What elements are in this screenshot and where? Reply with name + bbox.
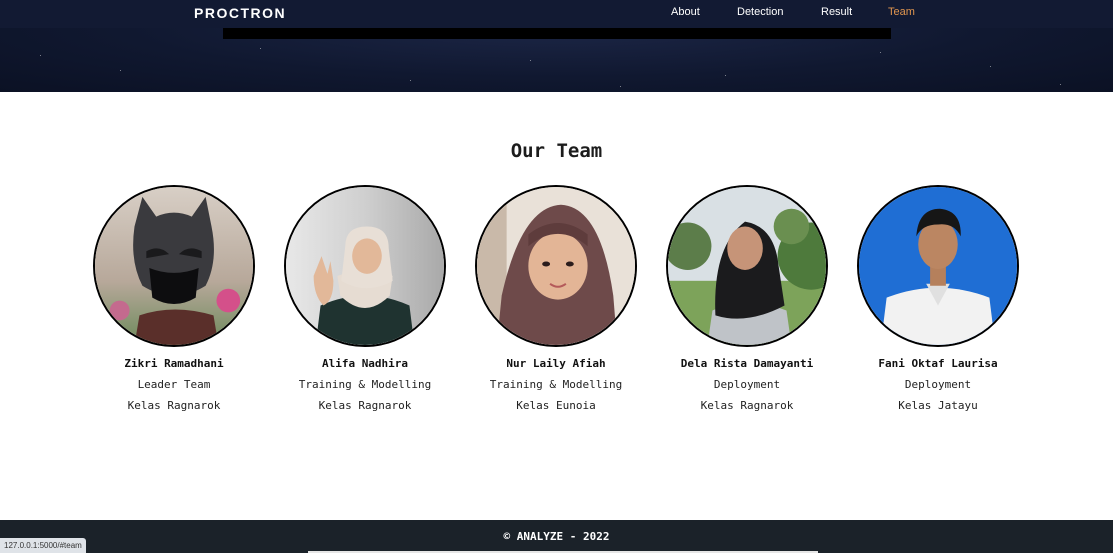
member-role: Deployment [904,378,972,391]
team-member-card: Nur Laily Afiah Training & Modelling Kel… [461,185,651,412]
team-member-card: Zikri Ramadhani Leader Team Kelas Ragnar… [79,185,269,412]
member-photo [284,185,446,347]
member-role: Training & Modelling [489,378,623,391]
member-role: Leader Team [137,378,211,391]
section-title: Our Team [510,140,603,162]
nav-link-result[interactable]: Result [821,6,852,18]
member-photo [857,185,1019,347]
member-class: Kelas Ragnarok [700,399,794,412]
hero-black-bar [223,28,891,39]
hero-section: PROCTRON About Detection Result Team [0,0,1113,92]
nav-link-detection[interactable]: Detection [737,6,783,18]
member-name: Fani Oktaf Laurisa [878,357,998,370]
nav-link-about[interactable]: About [671,6,700,18]
member-role: Training & Modelling [298,378,432,391]
member-class: Kelas Ragnarok [318,399,412,412]
member-photo [666,185,828,347]
member-name: Alifa Nadhira [321,357,409,370]
status-bar-url: 127.0.0.1:5000/#team [0,538,86,553]
navbar: PROCTRON About Detection Result Team [0,0,1113,28]
team-member-card: Dela Rista Damayanti Deployment Kelas Ra… [652,185,842,412]
member-role: Deployment [713,378,781,391]
footer-copyright: © ANALYZE - 2022 [503,530,610,543]
member-class: Kelas Jatayu [898,399,978,412]
nav-link-team[interactable]: Team [888,6,915,18]
footer: © ANALYZE - 2022 [0,520,1113,553]
member-class: Kelas Eunoia [516,399,596,412]
team-grid: Zikri Ramadhani Leader Team Kelas Ragnar… [0,185,1113,425]
member-name: Dela Rista Damayanti [680,357,814,370]
member-photo [93,185,255,347]
team-member-card: Fani Oktaf Laurisa Deployment Kelas Jata… [843,185,1033,412]
team-member-card: Alifa Nadhira Training & Modelling Kelas… [270,185,460,412]
member-photo [475,185,637,347]
member-class: Kelas Ragnarok [127,399,221,412]
member-name: Nur Laily Afiah [506,357,606,370]
brand-logo[interactable]: PROCTRON [194,5,286,21]
member-name: Zikri Ramadhani [124,357,224,370]
